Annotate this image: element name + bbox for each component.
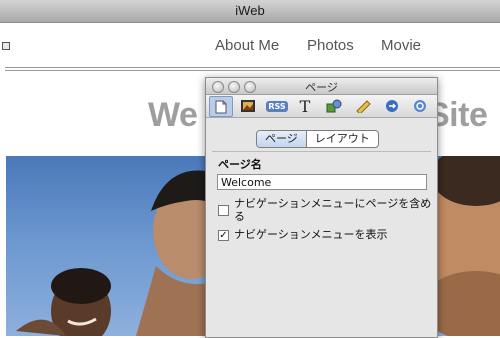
nav-show-label: ナビゲーションメニューを表示 — [234, 228, 388, 241]
header-divider — [5, 70, 500, 71]
rss-label: RSS — [266, 100, 288, 112]
text-inspector-icon[interactable]: T — [294, 96, 316, 116]
link-inspector-icon[interactable] — [381, 97, 403, 115]
photo-inspector-icon[interactable] — [237, 97, 259, 115]
inspector-toolbar: RSS T — [206, 95, 437, 118]
page-inspector-icon[interactable] — [209, 96, 233, 117]
window-title: iWeb — [235, 3, 265, 18]
nav-item-about-me[interactable]: About Me — [215, 37, 279, 54]
window-title-bar: iWeb — [0, 0, 500, 23]
resize-handle[interactable] — [2, 42, 10, 50]
rss-inspector-icon[interactable]: RSS — [266, 97, 288, 115]
site-title-left[interactable]: We — [148, 96, 198, 135]
nav-item-photos[interactable]: Photos — [307, 37, 354, 54]
tab-layout[interactable]: レイアウト — [307, 131, 378, 147]
text-tool-label: T — [299, 96, 311, 116]
inspector-tab-control: ページ レイアウト — [256, 130, 379, 148]
nav-item-movie[interactable]: Movie — [381, 37, 421, 54]
page-name-label: ページ名 — [218, 158, 262, 171]
nav-include-checkbox[interactable] — [218, 205, 229, 216]
nav-show-checkbox[interactable]: ✓ — [218, 230, 229, 241]
section-divider — [212, 151, 431, 152]
metrics-inspector-icon[interactable] — [352, 97, 374, 115]
inspector-panel[interactable]: ページ RSS T ページ レイアウト ページ名 Welcome ナビゲーション… — [205, 77, 438, 338]
nav-include-label: ナビゲーションメニューにページを含める — [234, 197, 432, 223]
inspector-title-bar[interactable]: ページ — [206, 78, 437, 95]
quicktime-inspector-icon[interactable] — [409, 97, 431, 115]
page-name-field[interactable] — [217, 174, 427, 190]
tab-page[interactable]: ページ — [257, 131, 307, 147]
graphic-inspector-icon[interactable] — [323, 97, 345, 115]
inspector-title: ページ — [305, 81, 338, 94]
